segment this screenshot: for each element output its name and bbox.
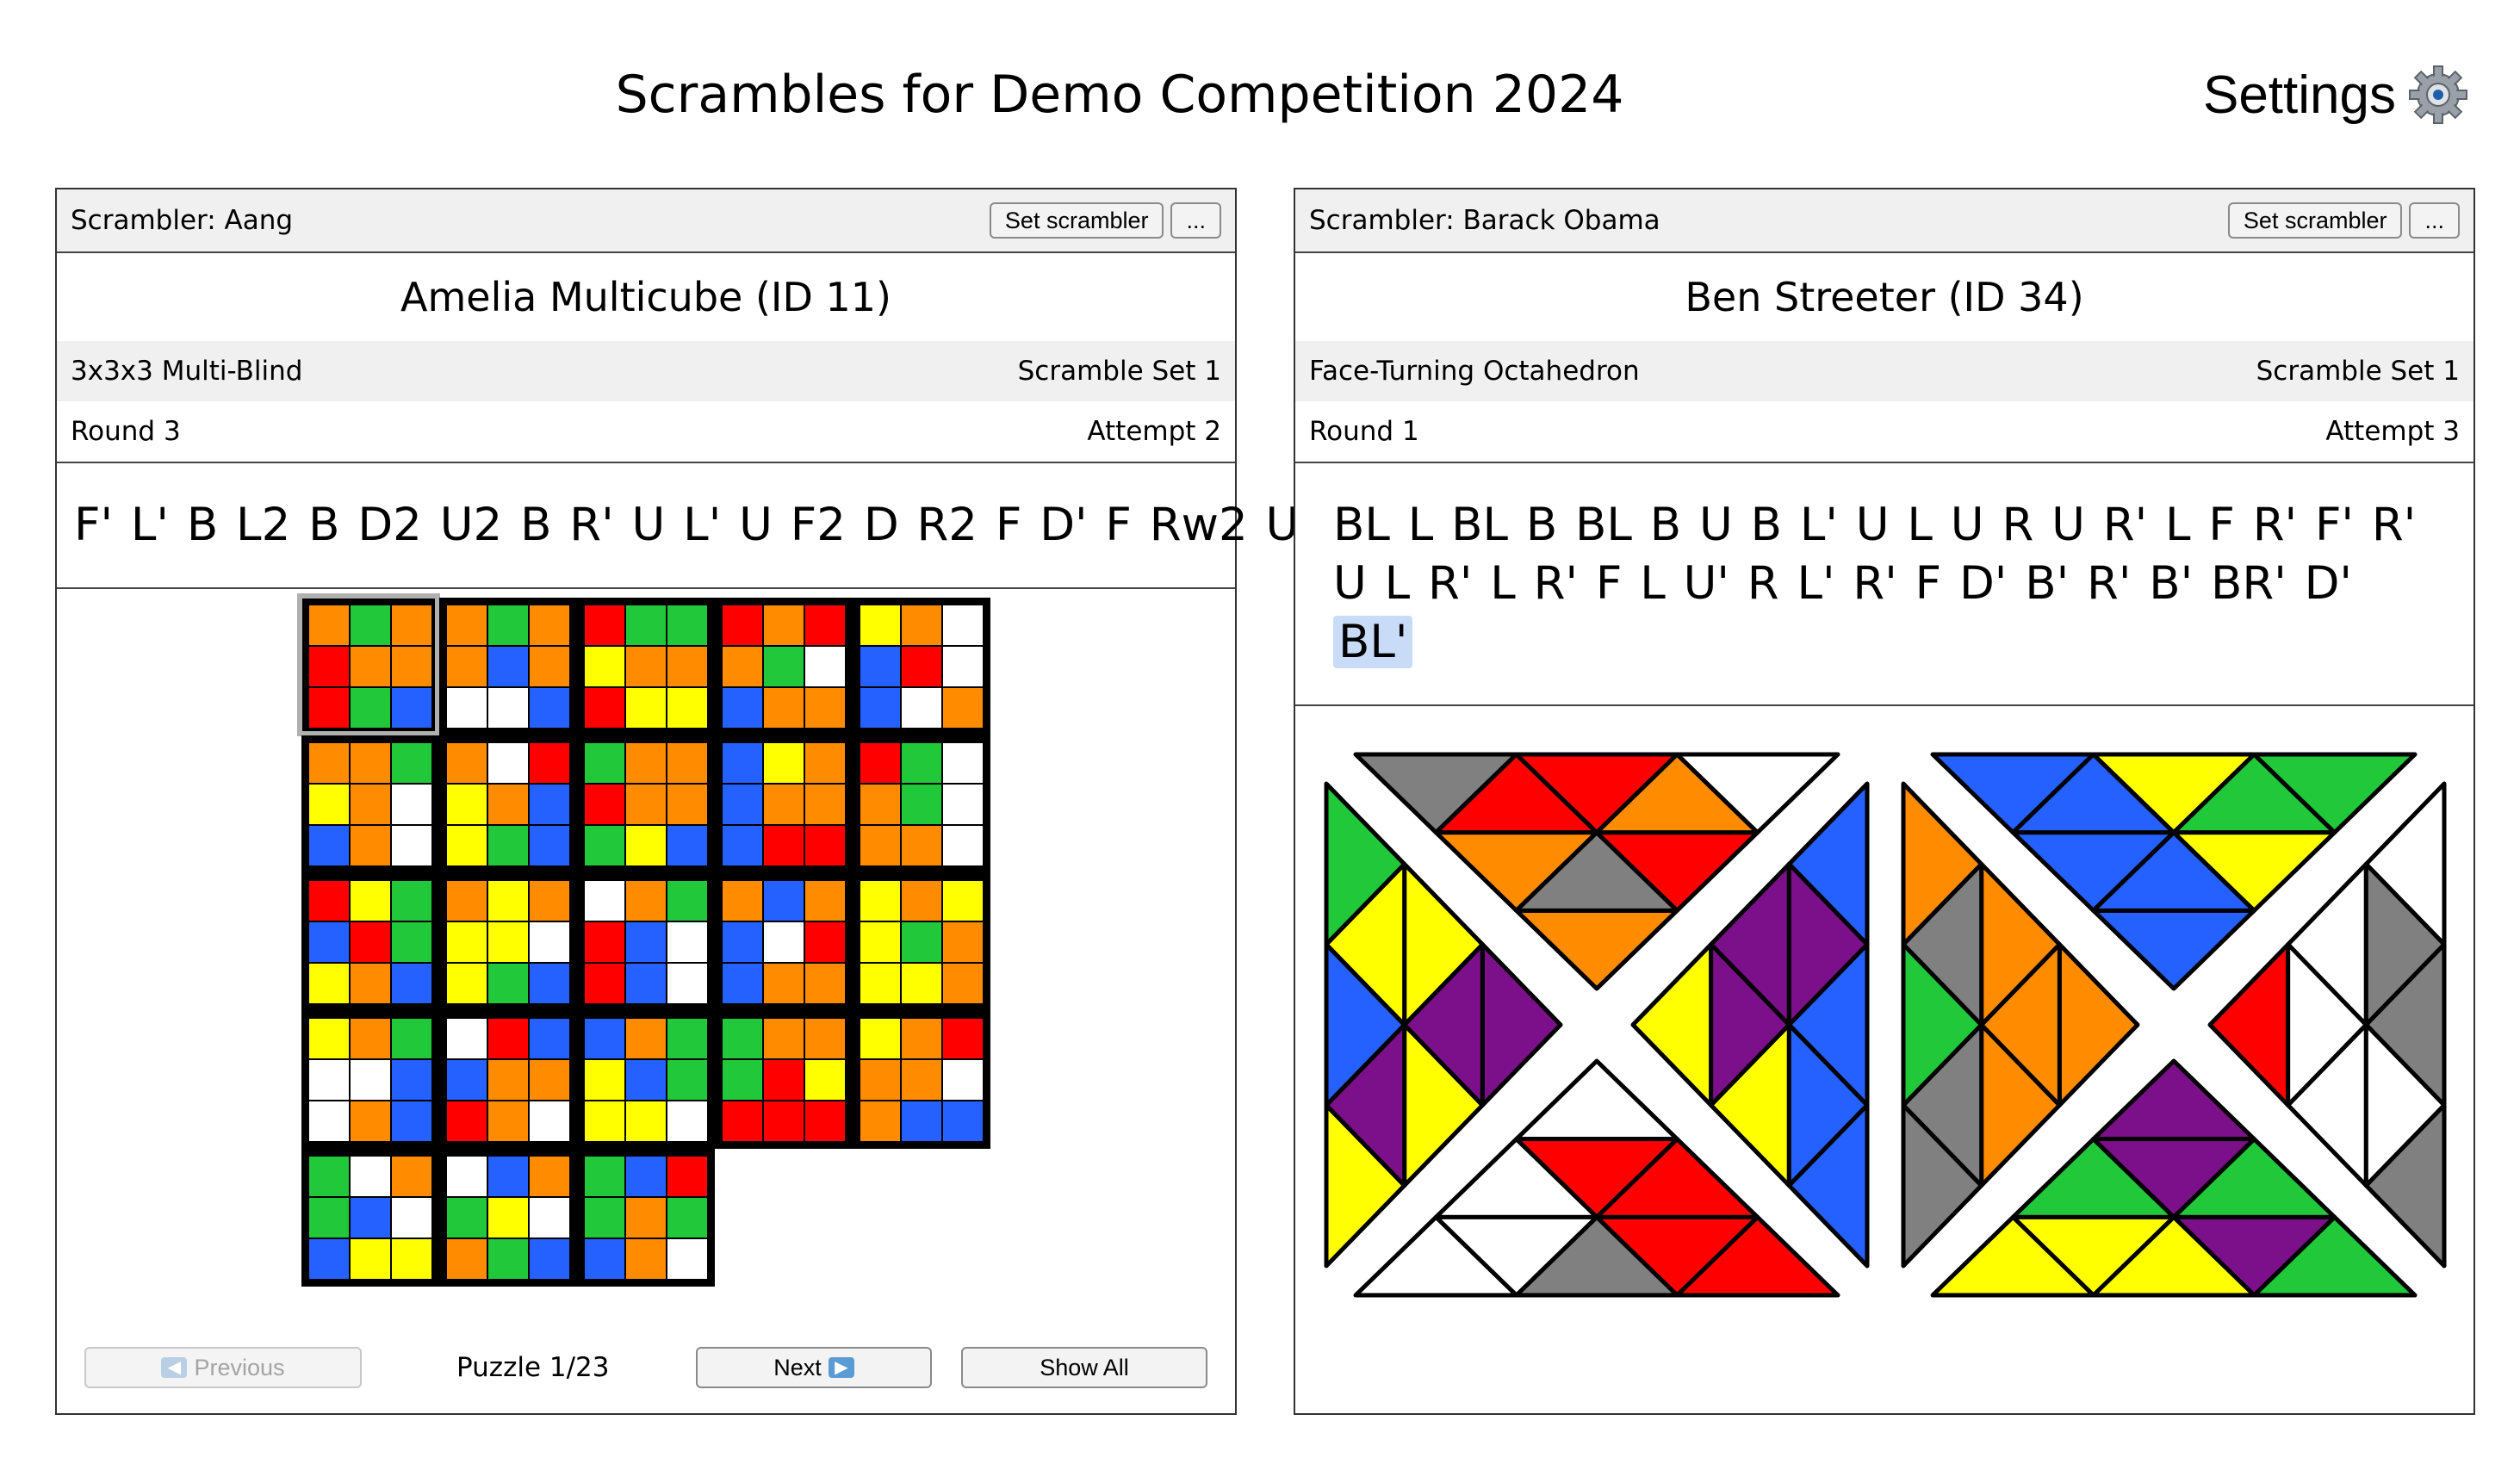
round-row: Round 1 Attempt 3 — [1295, 401, 2473, 462]
event-row: Face-Turning Octahedron Scramble Set 1 — [1295, 341, 2473, 401]
more-options-button[interactable]: ... — [1170, 202, 1221, 239]
competitor-name: Amelia Multicube (ID 11) — [400, 274, 891, 320]
right-arrow-icon: ▶ — [828, 1357, 854, 1378]
show-all-button[interactable]: Show All — [961, 1347, 1207, 1388]
cube-diagram — [853, 598, 990, 735]
multiblind-drawing — [57, 589, 1235, 1307]
cube-diagram — [577, 735, 715, 873]
cube-diagram — [577, 873, 715, 1011]
cube-diagram — [577, 598, 715, 735]
scramble-panel-left: Scrambler: Aang Set scrambler ... Amelia… — [55, 188, 1337, 1415]
competitor-name: Ben Streeter (ID 34) — [1685, 274, 2084, 320]
scrambler-name: Scrambler: Aang — [71, 205, 294, 236]
cube-diagram — [577, 1011, 715, 1149]
previous-label: Previous — [194, 1354, 285, 1380]
cube-diagram — [715, 735, 853, 873]
scramble-text: F' L' B L2 B D2 U2 B R' U L' U F2 D R2 F… — [57, 462, 1337, 589]
next-label: Next — [773, 1354, 822, 1380]
event-row: 3x3x3 Multi-Blind Scramble Set 1 — [57, 341, 1235, 401]
fto-drawing — [1295, 706, 2473, 1450]
scramble-current-move: BL' — [1333, 616, 1413, 668]
cube-diagram — [439, 598, 577, 735]
scrambler-bar: Scrambler: Barack Obama Set scrambler ..… — [1295, 189, 2473, 253]
cube-diagram[interactable] — [297, 593, 440, 736]
scrambler-bar: Scrambler: Aang Set scrambler ... — [57, 189, 1235, 253]
cube-diagram — [301, 1149, 439, 1287]
fto-face-group — [1324, 752, 1870, 1298]
scrambler-name: Scrambler: Barack Obama — [1309, 205, 1660, 236]
cube-diagram — [715, 598, 853, 735]
event-name: 3x3x3 Multi-Blind — [71, 356, 303, 387]
puzzle-pager: ◀ Previous Puzzle 1/23 Next ▶ Show All — [57, 1343, 1235, 1395]
round-label: Round 3 — [71, 416, 181, 447]
cube-grid — [297, 593, 990, 1287]
set-scrambler-button[interactable]: Set scrambler — [2227, 202, 2403, 239]
cube-diagram — [301, 1011, 439, 1149]
scramble-text: BL L BL B BL B U B L' U L U R U R' L F R… — [1295, 462, 2473, 706]
cube-diagram — [853, 735, 990, 873]
round-label: Round 1 — [1309, 416, 1419, 447]
page-title: Scrambles for Demo Competition 2024 — [615, 65, 1624, 125]
cube-diagram — [301, 873, 439, 1011]
cube-diagram — [301, 735, 439, 873]
fto-face-group — [1901, 752, 2447, 1298]
cube-diagram — [439, 1149, 577, 1287]
event-name: Face-Turning Octahedron — [1309, 356, 1640, 387]
attempt-label: Attempt 2 — [1087, 416, 1221, 447]
settings-label: Settings — [2202, 65, 2396, 125]
cube-diagram — [439, 1011, 577, 1149]
more-options-button[interactable]: ... — [2409, 202, 2460, 239]
fto-net — [1324, 752, 2447, 1298]
attempt-label: Attempt 3 — [2325, 416, 2460, 447]
settings-button[interactable]: Settings — [2203, 59, 2468, 131]
set-scrambler-button[interactable]: Set scrambler — [989, 202, 1164, 239]
scramble-set: Scramble Set 1 — [1017, 356, 1221, 387]
cube-diagram — [853, 1011, 990, 1149]
gear-icon — [2409, 65, 2467, 124]
left-arrow-icon: ◀ — [161, 1357, 188, 1378]
previous-button[interactable]: ◀ Previous — [84, 1347, 362, 1388]
cube-diagram — [439, 873, 577, 1011]
puzzle-counter: Puzzle 1/23 — [456, 1352, 610, 1383]
next-button[interactable]: Next ▶ — [696, 1347, 932, 1388]
cube-diagram — [853, 873, 990, 1011]
scramble-main: BL L BL B BL B U B L' U L U R U R' L F R… — [1333, 499, 2417, 610]
scramble-panel-right: Scrambler: Barack Obama Set scrambler ..… — [1294, 188, 2475, 1415]
cube-diagram — [439, 735, 577, 873]
round-row: Round 3 Attempt 2 — [57, 401, 1235, 462]
cube-diagram — [715, 873, 853, 1011]
cube-diagram — [715, 1011, 853, 1149]
cube-diagram — [577, 1149, 715, 1287]
scramble-set: Scramble Set 1 — [2256, 356, 2460, 387]
